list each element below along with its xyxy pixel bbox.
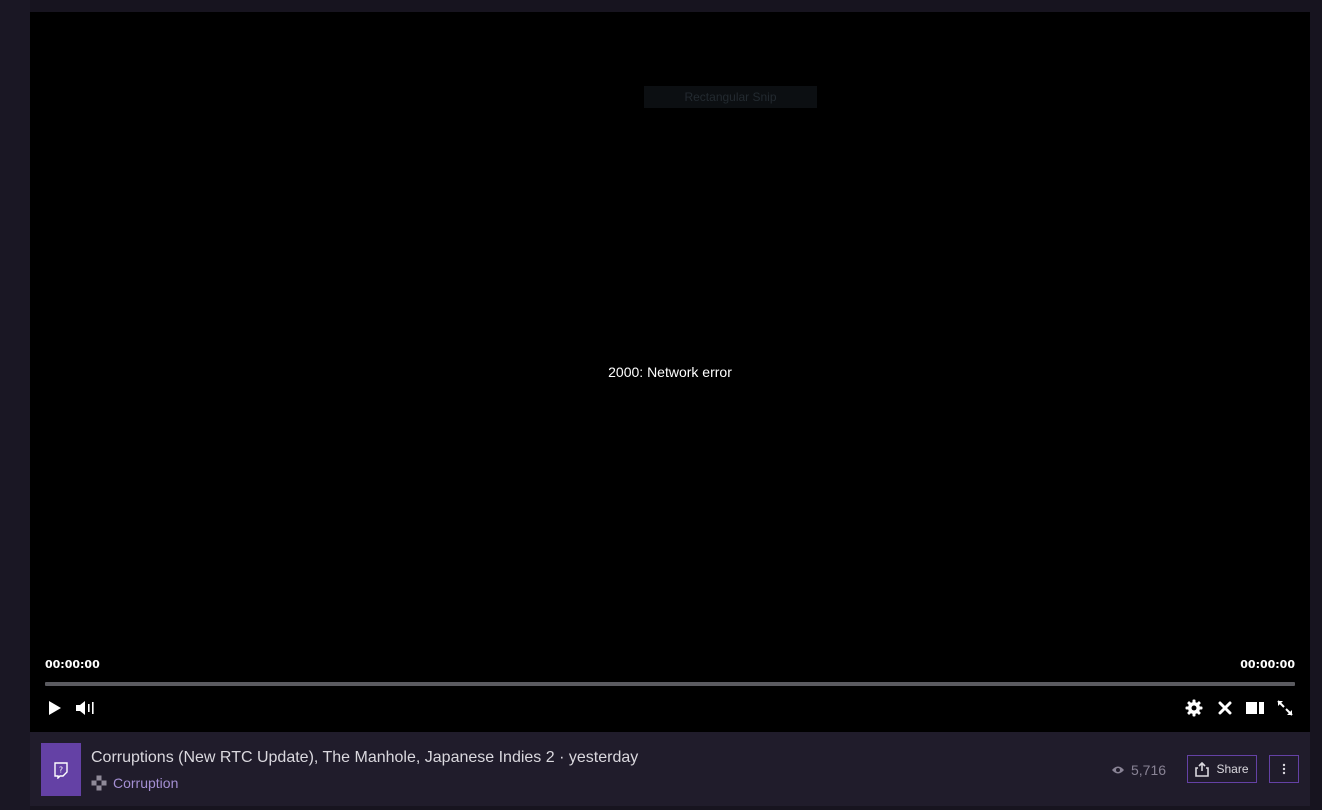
play-icon bbox=[49, 701, 61, 715]
game-row[interactable]: Corruption bbox=[91, 775, 178, 791]
svg-text:?: ? bbox=[59, 765, 63, 774]
more-options-button[interactable] bbox=[1269, 755, 1299, 783]
video-info-bar: ? Corruptions (New RTC Update), The Manh… bbox=[30, 732, 1310, 806]
theatre-mode-icon bbox=[1246, 702, 1264, 714]
play-button[interactable] bbox=[43, 696, 67, 720]
channel-avatar[interactable]: ? bbox=[41, 743, 81, 796]
eye-icon bbox=[1112, 766, 1124, 774]
share-icon bbox=[1195, 761, 1210, 777]
share-button-label: Share bbox=[1216, 762, 1249, 776]
game-controller-icon bbox=[91, 775, 107, 791]
share-button[interactable]: Share bbox=[1187, 755, 1257, 783]
view-count-value: 5,716 bbox=[1131, 762, 1167, 778]
gear-icon bbox=[1185, 699, 1203, 717]
left-gutter bbox=[0, 0, 30, 810]
fullscreen-icon bbox=[1277, 700, 1293, 716]
settings-button[interactable] bbox=[1182, 696, 1206, 720]
more-vertical-icon bbox=[1282, 763, 1286, 775]
video-player[interactable]: Rectangular Snip 2000: Network error 00:… bbox=[30, 12, 1310, 732]
time-elapsed: 00:00:00 bbox=[45, 658, 100, 671]
video-title: Corruptions (New RTC Update), The Manhol… bbox=[91, 749, 639, 766]
player-error-message: 2000: Network error bbox=[608, 364, 732, 380]
volume-icon bbox=[76, 701, 94, 715]
volume-button[interactable] bbox=[73, 696, 97, 720]
fullscreen-button[interactable] bbox=[1273, 696, 1297, 720]
view-count: 5,716 bbox=[1111, 762, 1166, 778]
glitch-logo-icon: ? bbox=[54, 761, 68, 779]
page: Rectangular Snip 2000: Network error 00:… bbox=[0, 0, 1322, 810]
seek-bar[interactable] bbox=[45, 682, 1295, 686]
close-button[interactable] bbox=[1213, 696, 1237, 720]
rectangular-snip-overlay: Rectangular Snip bbox=[644, 86, 817, 108]
time-total: 00:00:00 bbox=[1240, 658, 1295, 671]
theatre-mode-button[interactable] bbox=[1243, 696, 1267, 720]
game-link[interactable]: Corruption bbox=[113, 775, 178, 791]
close-icon bbox=[1218, 701, 1232, 715]
